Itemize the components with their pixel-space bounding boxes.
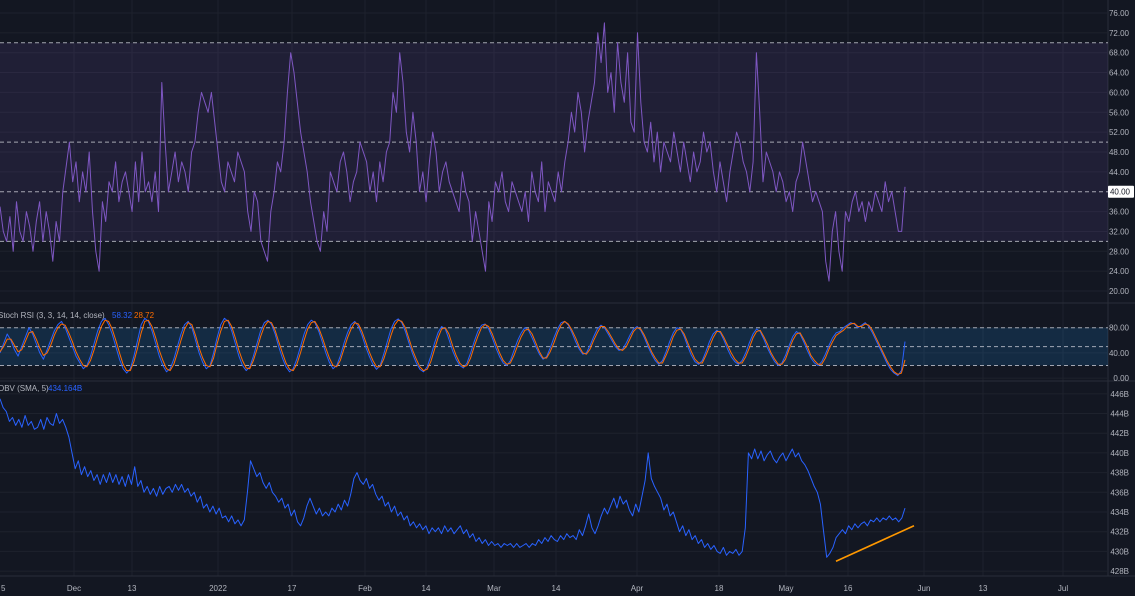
y-tick-label: 434B bbox=[1110, 508, 1129, 517]
y-tick-label: 444B bbox=[1110, 410, 1129, 419]
obv-legend-name: OBV (SMA, 5) bbox=[0, 384, 49, 393]
x-tick-label: 13 bbox=[128, 584, 137, 593]
y-tick-label: 68.00 bbox=[1109, 49, 1130, 58]
y-tick-label: 52.00 bbox=[1109, 128, 1130, 137]
stoch-rsi-legend-name: Stoch RSI (3, 3, 14, 14, close) bbox=[0, 311, 105, 320]
y-tick-label: 430B bbox=[1110, 547, 1129, 556]
y-tick-label: 432B bbox=[1110, 528, 1129, 537]
y-tick-label: 24.00 bbox=[1109, 267, 1130, 276]
y-tick-label: 80.00 bbox=[1109, 324, 1130, 333]
y-tick-label: 28.00 bbox=[1109, 247, 1130, 256]
y-tick-label: 440B bbox=[1110, 449, 1129, 458]
y-tick-label: 76.00 bbox=[1109, 9, 1130, 18]
x-tick-label: Apr bbox=[631, 584, 644, 593]
stoch-rsi-d-value: 28.72 bbox=[134, 311, 155, 320]
x-tick-label: Feb bbox=[358, 584, 372, 593]
y-tick-label: 64.00 bbox=[1109, 69, 1130, 78]
x-tick-label: 5 bbox=[1, 584, 6, 593]
y-tick-label: 36.00 bbox=[1109, 208, 1130, 217]
y-tick-label: 56.00 bbox=[1109, 108, 1130, 117]
obv-legend-value: 434.164B bbox=[48, 384, 82, 393]
y-tick-label: 0.00 bbox=[1113, 374, 1129, 383]
y-tick-label: 44.00 bbox=[1109, 168, 1130, 177]
x-tick-label: 13 bbox=[979, 584, 988, 593]
x-tick-label: 2022 bbox=[209, 584, 227, 593]
rsi-current-value: 40.00 bbox=[1110, 188, 1131, 197]
y-tick-label: 442B bbox=[1110, 429, 1129, 438]
x-tick-label: Jul bbox=[1058, 584, 1068, 593]
y-tick-label: 428B bbox=[1110, 567, 1129, 576]
stoch-rsi-k-value: 58.32 bbox=[112, 311, 133, 320]
y-tick-label: 60.00 bbox=[1109, 88, 1130, 97]
y-tick-label: 438B bbox=[1110, 469, 1129, 478]
chart: 76.00 72.00 68.00 64.00 60.00 56.00 52.00 48.00… bbox=[0, 0, 1135, 596]
x-tick-label: Dec bbox=[67, 584, 81, 593]
y-tick-label: 446B bbox=[1110, 390, 1129, 399]
x-tick-label: Mar bbox=[487, 584, 501, 593]
x-tick-label: 17 bbox=[288, 584, 297, 593]
x-tick-label: 14 bbox=[422, 584, 431, 593]
y-tick-label: 32.00 bbox=[1109, 227, 1130, 236]
y-tick-label: 40.00 bbox=[1109, 349, 1130, 358]
y-tick-label: 20.00 bbox=[1109, 287, 1130, 296]
x-tick-label: Jun bbox=[918, 584, 931, 593]
y-tick-label: 436B bbox=[1110, 488, 1129, 497]
y-tick-label: 48.00 bbox=[1109, 148, 1130, 157]
x-tick-label: May bbox=[778, 584, 793, 593]
x-tick-label: 16 bbox=[844, 584, 853, 593]
x-tick-label: 14 bbox=[552, 584, 561, 593]
x-tick-label: 18 bbox=[715, 584, 724, 593]
y-tick-label: 72.00 bbox=[1109, 29, 1130, 38]
